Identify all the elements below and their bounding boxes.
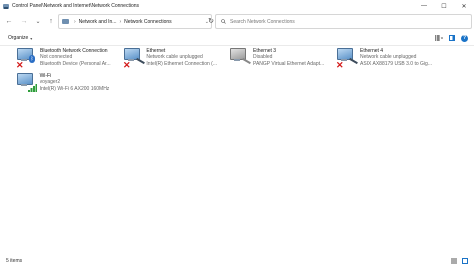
ethernet-icon: ✕ [336, 47, 358, 71]
breadcrumb-network-and-internet[interactable]: Network and In... [79, 19, 117, 25]
list-item-ethernet[interactable]: ✕ Ethernet Network cable unplugged Intel… [107, 46, 217, 74]
breadcrumb-separator: › [74, 18, 76, 25]
connection-device: Intel(R) Ethernet Connection (... [146, 60, 217, 67]
command-bar-right: ? [435, 31, 468, 45]
list-item-bluetooth-network-connection[interactable]: ᛒ ✕ Bluetooth Network Connection Not con… [0, 46, 118, 74]
window-title: Control Panel\Network and Internet\Netwo… [12, 3, 140, 9]
disconnected-x-icon: ✕ [16, 60, 24, 70]
connection-device: Intel(R) Wi-Fi 6 AX200 160MHz [39, 85, 110, 92]
network-connections-window: Control Panel\Network and Internet\Netwo… [0, 0, 474, 266]
connection-device: PANGP Virtual Ethernet Adapt... [253, 60, 325, 67]
breadcrumb-separator: › [119, 18, 122, 25]
search-placeholder: Search Network Connections [230, 18, 295, 25]
list-item-ethernet-3[interactable]: Ethernet 3 Disabled PANGP Virtual Ethern… [213, 46, 328, 74]
chevron-down-icon: ▾ [30, 35, 33, 41]
wifi-icon [16, 72, 38, 96]
help-button[interactable]: ? [461, 34, 468, 42]
control-panel-icon [62, 19, 69, 24]
bluetooth-network-icon: ᛒ ✕ [16, 47, 38, 71]
details-view-icon[interactable] [451, 258, 457, 264]
preview-pane-button[interactable] [449, 35, 455, 41]
window-controls: — ☐ ✕ [414, 0, 474, 12]
breadcrumb-network-connections[interactable]: Network Connections [124, 19, 172, 25]
minimize-button[interactable]: — [414, 0, 434, 12]
command-bar: Organize ▾ ? [0, 31, 474, 46]
list-item-ethernet-4[interactable]: ✕ Ethernet 4 Network cable unplugged ASI… [320, 46, 460, 74]
disconnected-x-icon: ✕ [123, 60, 131, 70]
change-view-button[interactable] [435, 35, 443, 41]
search-icon [221, 19, 226, 24]
status-bar-view-toggles [451, 256, 468, 266]
address-bar[interactable]: › Network and In... › Network Connection… [58, 14, 212, 29]
title-bar: Control Panel\Network and Internet\Netwo… [0, 0, 474, 12]
preview-pane-icon [449, 35, 455, 41]
organize-label: Organize [8, 35, 29, 41]
search-input[interactable]: Search Network Connections [215, 14, 472, 29]
organize-button[interactable]: Organize ▾ [8, 35, 32, 41]
status-bar: 5 items [0, 256, 474, 266]
help-icon: ? [461, 34, 468, 42]
close-button[interactable]: ✕ [454, 0, 474, 12]
ethernet-icon: ✕ [123, 47, 145, 71]
forward-button[interactable]: → [18, 14, 30, 28]
disconnected-x-icon: ✕ [336, 60, 344, 70]
maximize-button[interactable]: ☐ [434, 0, 454, 12]
view-options-icon [435, 35, 443, 41]
connection-device: ASIX AX88179 USB 3.0 to Gig... [360, 60, 432, 67]
navigation-bar: ← → ⌄ ↑ › Network and In... › Network Co… [0, 12, 474, 30]
control-panel-icon [3, 3, 9, 9]
back-button[interactable]: ← [3, 14, 15, 28]
list-item-wifi[interactable]: Wi-Fi voyager2 Intel(R) Wi-Fi 6 AX200 16… [0, 71, 118, 99]
item-count: 5 items [6, 258, 23, 264]
recent-locations-dropdown[interactable]: ⌄ [32, 14, 44, 28]
signal-strength-icon [28, 84, 37, 92]
up-button[interactable]: ↑ [45, 14, 57, 28]
ethernet-icon [229, 47, 251, 71]
large-icons-view-icon[interactable] [462, 258, 468, 264]
